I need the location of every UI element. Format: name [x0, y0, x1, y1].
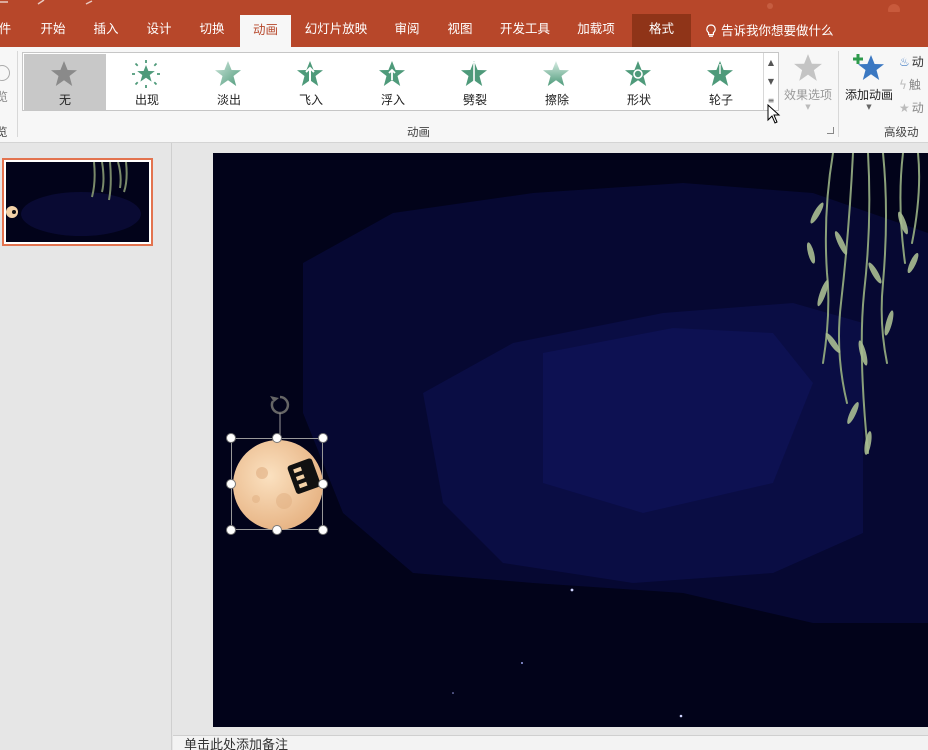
animation-label: 擦除 — [544, 93, 569, 107]
animation-appear[interactable]: 出现 — [106, 54, 188, 110]
star-wipe-icon — [543, 61, 569, 86]
animation-gallery: 无 出现 淡出 飞入 浮入 劈裂 擦除 形状 轮子 ▲ ▼ ≡ — [22, 52, 779, 111]
dialog-launcher-icon[interactable] — [827, 127, 834, 134]
mouse-cursor-icon — [767, 104, 781, 124]
tab-transitions[interactable]: 切换 — [186, 14, 238, 47]
animation-label: 飞入 — [298, 93, 323, 107]
star-appear-icon — [132, 60, 160, 88]
animation-label: 劈裂 — [462, 93, 487, 107]
animation-label: 淡出 — [216, 93, 241, 107]
add-animation-button[interactable]: 添加动画 ▼ — [841, 53, 897, 111]
moon-shape-selection[interactable] — [231, 438, 323, 530]
rotate-handle-icon[interactable] — [267, 393, 293, 439]
resize-handle-top-left[interactable] — [226, 433, 236, 443]
powerpoint-window: 件 开始 插入 设计 切换 动画 幻灯片放映 审阅 视图 开发工具 加载项 格式… — [0, 0, 928, 750]
star-none-icon — [51, 61, 77, 86]
effect-options-star-icon — [794, 54, 822, 81]
notes-pane[interactable]: 单击此处添加备注 — [173, 735, 928, 750]
tab-view[interactable]: 视图 — [434, 14, 486, 47]
tab-home[interactable]: 开始 — [27, 14, 79, 47]
effect-options-button[interactable]: 效果选项 ▼ — [781, 53, 835, 111]
star-shape-icon — [625, 61, 651, 86]
chevron-down-icon: ▼ — [805, 103, 811, 111]
tab-format[interactable]: 格式 — [632, 14, 691, 47]
effect-options-label: 效果选项 — [783, 88, 832, 102]
resize-handle-left[interactable] — [226, 479, 236, 489]
resize-handle-top-right[interactable] — [318, 433, 328, 443]
tab-file[interactable]: 件 — [0, 14, 14, 47]
resize-handle-right[interactable] — [318, 479, 328, 489]
star-fly-in-icon — [297, 61, 323, 86]
thumbnail-image — [6, 162, 141, 236]
tab-slideshow[interactable]: 幻灯片放映 — [294, 14, 378, 47]
resize-handle-top[interactable] — [272, 433, 282, 443]
animation-pane-icon: ♨ — [899, 54, 910, 69]
ribbon-tab-bar: 件 开始 插入 设计 切换 动画 幻灯片放映 审阅 视图 开发工具 加载项 格式… — [0, 0, 928, 47]
preview-label: 览 — [0, 90, 9, 104]
animation-float-in[interactable]: 浮入 — [352, 54, 434, 110]
animation-shape[interactable]: 形状 — [598, 54, 680, 110]
lightbulb-icon — [706, 23, 716, 37]
gallery-scrollbar: ▲ ▼ ≡ — [763, 53, 778, 110]
animation-label: 形状 — [626, 93, 651, 107]
star-wheel-icon — [707, 61, 733, 86]
lightning-icon: ϟ — [899, 77, 907, 92]
animation-fly-in[interactable]: 飞入 — [270, 54, 352, 110]
animation-none[interactable]: 无 — [24, 54, 106, 110]
tab-insert[interactable]: 插入 — [80, 14, 132, 47]
tab-design[interactable]: 设计 — [133, 14, 185, 47]
moon-image — [233, 440, 323, 530]
star-split-icon — [461, 61, 487, 86]
gallery-scroll-down-icon[interactable]: ▼ — [764, 72, 778, 91]
animation-group-label: 动画 — [407, 125, 430, 139]
tab-developer[interactable]: 开发工具 — [489, 14, 561, 47]
preview-group-label: 览 — [0, 125, 8, 139]
animation-wipe[interactable]: 擦除 — [516, 54, 598, 110]
title-bar-strip — [0, 0, 900, 12]
ribbon-animations: 览 览 无 出现 淡出 飞入 浮入 劈裂 擦除 形状 轮子 ▲ ▼ ≡ 动画 效… — [0, 47, 928, 155]
tell-me-text: 告诉我你想要做什么 — [721, 23, 834, 38]
animation-label: 出现 — [134, 93, 159, 107]
thumbnail-preview — [6, 162, 149, 242]
resize-handle-bottom[interactable] — [272, 525, 282, 535]
star-fade-icon — [215, 61, 241, 86]
animation-label: 轮子 — [708, 93, 733, 107]
chevron-down-icon: ▼ — [866, 103, 872, 111]
tell-me-box[interactable]: 告诉我你想要做什么 — [705, 14, 834, 47]
tab-review[interactable]: 审阅 — [381, 14, 433, 47]
animation-fade[interactable]: 淡出 — [188, 54, 270, 110]
animation-pane-label: 动 — [911, 55, 924, 69]
tab-addins[interactable]: 加载项 — [564, 14, 628, 47]
animation-label: 无 — [58, 93, 71, 107]
add-animation-label: 添加动画 — [844, 88, 893, 102]
star-float-in-icon — [379, 61, 405, 86]
painter-star-icon: ★ — [899, 100, 910, 115]
trigger-button[interactable]: ϟ 触 — [899, 76, 921, 93]
animation-pane-button[interactable]: ♨ 动 — [899, 53, 924, 70]
add-animation-star-icon — [853, 54, 884, 80]
animation-wheel[interactable]: 轮子 — [680, 54, 762, 110]
slide-thumbnail-1[interactable] — [2, 158, 153, 246]
slide-canvas[interactable] — [213, 153, 928, 727]
group-separator — [838, 51, 839, 137]
gallery-scroll-up-icon[interactable]: ▲ — [764, 53, 778, 72]
animation-split[interactable]: 劈裂 — [434, 54, 516, 110]
animation-painter-button[interactable]: ★ 动 — [899, 99, 924, 116]
resize-handle-bottom-right[interactable] — [318, 525, 328, 535]
animation-painter-label: 动 — [911, 101, 924, 115]
animation-label: 浮入 — [380, 93, 405, 107]
preview-eye-icon[interactable] — [0, 65, 10, 81]
group-separator — [17, 51, 18, 137]
resize-handle-bottom-left[interactable] — [226, 525, 236, 535]
slide-thumbnail-pane — [0, 143, 172, 750]
notes-placeholder: 单击此处添加备注 — [184, 738, 289, 750]
trigger-label: 触 — [908, 78, 921, 92]
tab-animations[interactable]: 动画 — [240, 15, 291, 47]
